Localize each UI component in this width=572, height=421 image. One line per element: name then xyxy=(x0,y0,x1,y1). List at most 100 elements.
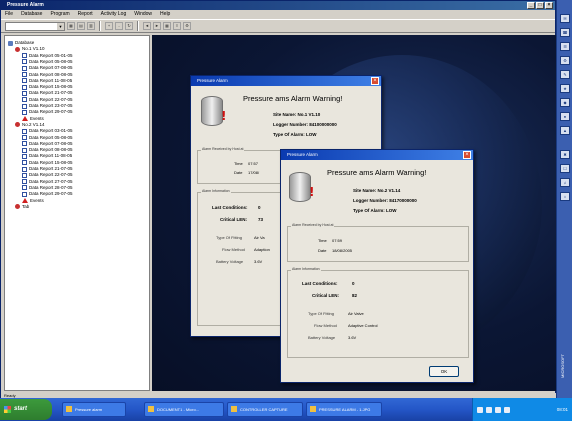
app-shortcut-icon[interactable]: ▲ xyxy=(560,126,570,135)
alarm-heading: Pressure ams Alarm Warning! xyxy=(243,94,343,103)
tree-report[interactable]: Data Report 21-07-05 xyxy=(22,90,73,96)
app-shortcut-icon[interactable]: ⌂ xyxy=(560,192,570,201)
time-value: 07:59 xyxy=(332,238,343,243)
taskbar-item[interactable]: DOCUMENT1 - Micro... xyxy=(144,402,224,417)
tray-icon[interactable] xyxy=(495,406,501,413)
tree-report[interactable]: Data Report 11-08-05 xyxy=(22,78,72,84)
tree-report[interactable]: Data Report 08-08-05 xyxy=(22,72,73,78)
app-shortcut-icon[interactable]: ✎ xyxy=(560,70,570,79)
fitting-label: Type Of Fitting xyxy=(308,311,335,316)
clock[interactable]: 08:01 xyxy=(557,407,568,412)
menu-help[interactable]: Help xyxy=(160,10,170,19)
chevron-down-icon[interactable]: ▼ xyxy=(57,22,64,30)
tray-icon[interactable] xyxy=(504,406,510,413)
start-button[interactable]: start xyxy=(0,399,52,420)
tray-icon[interactable] xyxy=(477,406,483,413)
app-shortcut-icon[interactable]: ★ xyxy=(560,84,570,93)
tree-events[interactable]: Events xyxy=(22,198,44,204)
settings-icon[interactable]: ⚙ xyxy=(183,22,191,30)
app-shortcut-icon[interactable]: ♫ xyxy=(560,178,570,187)
site-combo[interactable]: ▼ xyxy=(5,21,65,31)
zoom-in-icon[interactable]: + xyxy=(105,22,113,30)
app-title-bar[interactable]: Pressure Alarm _ □ × xyxy=(1,1,555,10)
ok-button[interactable]: OK xyxy=(429,366,459,377)
tree-report[interactable]: Data Report 05-01-05 xyxy=(22,53,73,59)
critical-value: 73 xyxy=(258,217,264,222)
app-shortcut-icon[interactable]: ☐ xyxy=(560,164,570,173)
app-shortcut-icon[interactable]: ✖ xyxy=(560,150,570,159)
print-icon[interactable]: ▤ xyxy=(77,22,85,30)
forward-icon[interactable]: ► xyxy=(153,22,161,30)
tree-node-label: Data Report 11-08-05 xyxy=(29,77,73,83)
tree-node-label: Data Report 28-07-05 xyxy=(29,184,73,190)
refresh-icon[interactable]: ↻ xyxy=(125,22,133,30)
tree-report[interactable]: Data Report 11-08-05 xyxy=(22,153,72,159)
tree-root[interactable]: Database xyxy=(8,40,34,46)
tree-report[interactable]: Data Report 08-08-05 xyxy=(22,147,73,153)
taskbar-item[interactable]: PRESSURE ALARM - 1.JPG xyxy=(306,402,382,417)
tray-icon[interactable] xyxy=(486,406,492,413)
app-shortcut-icon[interactable]: ✉ xyxy=(560,14,570,23)
minimize-button[interactable]: _ xyxy=(527,2,535,9)
app-shortcut-icon[interactable]: ◆ xyxy=(560,98,570,107)
last-conditions-value: 0 xyxy=(352,281,355,286)
app-shortcut-icon[interactable]: ☰ xyxy=(560,42,570,51)
dialog-title-bar[interactable]: Pressure Alarm × xyxy=(191,76,381,86)
critical-value: 82 xyxy=(352,293,358,298)
app-shortcut-icon[interactable]: ● xyxy=(560,112,570,121)
dialog-title-bar[interactable]: Pressure Alarm × xyxy=(281,150,473,160)
flow-label: Flow Method xyxy=(314,323,337,328)
report-icon xyxy=(22,179,27,185)
tree-report[interactable]: Data Report 15-08-05 xyxy=(22,160,73,166)
close-icon[interactable]: × xyxy=(371,77,379,85)
zoom-out-icon[interactable]: - xyxy=(115,22,123,30)
grid-icon[interactable]: ▦ xyxy=(163,22,171,30)
tree-report[interactable]: Data Report 21-07-05 xyxy=(22,166,73,172)
tree-site[interactable]: No.2 V1.14 xyxy=(15,122,45,128)
tree-report[interactable]: Data Report 29-07-05 xyxy=(22,109,73,115)
tree-site[interactable]: Tab xyxy=(15,204,29,210)
report-icon xyxy=(22,103,27,109)
chart-icon[interactable]: ▥ xyxy=(87,22,95,30)
tree-report[interactable]: Data Report 05-08-05 xyxy=(22,135,73,141)
table-icon[interactable]: ▦ xyxy=(67,22,75,30)
tree-site[interactable]: No.1 V1.10 xyxy=(15,46,45,52)
tree-report[interactable]: Data Report 05-08-05 xyxy=(22,59,73,65)
menu-window[interactable]: Window xyxy=(134,10,152,19)
close-button[interactable]: × xyxy=(545,2,553,9)
tree-events[interactable]: Events xyxy=(22,116,44,122)
menu-database[interactable]: Database xyxy=(21,10,42,19)
tree-report[interactable]: Data Report 07-08-05 xyxy=(22,65,73,71)
tree-report[interactable]: Data Report 23-07-05 xyxy=(22,103,73,109)
menu-report[interactable]: Report xyxy=(78,10,93,19)
taskbar-item[interactable]: Pressure alarm xyxy=(62,402,126,417)
tree-report[interactable]: Data Report 29-07-05 xyxy=(22,191,73,197)
close-icon[interactable]: × xyxy=(463,151,471,159)
list-icon[interactable]: ≡ xyxy=(173,22,181,30)
tree-report[interactable]: Data Report 07-08-05 xyxy=(22,141,73,147)
tree-report[interactable]: Data Report 22-07-05 xyxy=(22,97,73,103)
taskbar-item[interactable]: CONTROLLER CAPTURE xyxy=(227,402,303,417)
app-shortcut-icon[interactable]: ☎ xyxy=(560,28,570,37)
tree-report[interactable]: Data Report 22-07-05 xyxy=(22,172,73,178)
tree-report[interactable]: Data Report 15-08-05 xyxy=(22,84,73,90)
maximize-button[interactable]: □ xyxy=(536,2,544,9)
report-icon xyxy=(22,185,27,191)
database-tree[interactable]: Database No.1 V1.10 Data Report 05-01-05 Da… xyxy=(4,35,150,391)
flow-value: Adaptive Control xyxy=(348,323,378,328)
tree-report[interactable]: Data Report 03-01-05 xyxy=(22,128,73,134)
date-value: 17/08/ xyxy=(248,170,260,175)
report-icon xyxy=(22,141,27,147)
tree-report[interactable]: Data Report 28-07-05 xyxy=(22,185,73,191)
tree-report[interactable]: Data Report 27-07-05 xyxy=(22,179,73,185)
menu-program[interactable]: Program xyxy=(50,10,69,19)
alarm-dialog-front[interactable]: Pressure Alarm × ! Pressure ams Alarm Wa… xyxy=(280,149,474,383)
back-icon[interactable]: ◄ xyxy=(143,22,151,30)
report-icon xyxy=(22,128,27,134)
dialog-title: Pressure Alarm xyxy=(197,78,228,83)
app-shortcut-icon[interactable]: ⚙ xyxy=(560,56,570,65)
site-icon xyxy=(15,122,20,128)
menu-activity-log[interactable]: Activity Log xyxy=(101,10,127,19)
menu-file[interactable]: File xyxy=(5,10,13,19)
report-icon xyxy=(22,135,27,140)
